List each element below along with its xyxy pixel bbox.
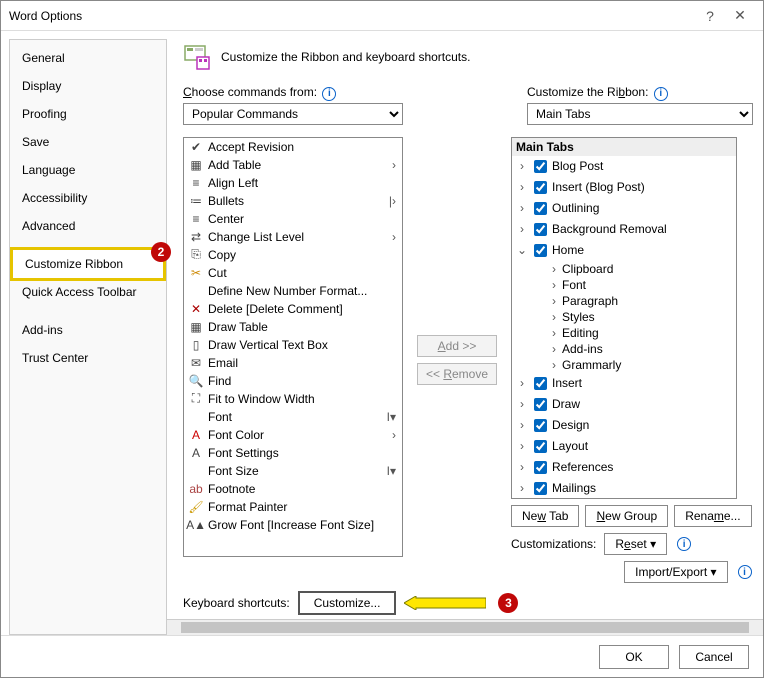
tree-header: Main Tabs [512,138,736,156]
list-item: abFootnote [184,480,402,498]
category-sidebar: General Display Proofing Save Language A… [9,39,167,635]
commands-listbox[interactable]: ✔Accept Revision ▦Add Table› ≡Align Left… [183,137,403,557]
list-item: ▯Draw Vertical Text Box [184,336,402,354]
ok-button[interactable]: OK [599,645,669,669]
info-icon[interactable]: i [654,87,668,101]
tree-node: ›Editing [512,325,736,341]
close-button[interactable]: ✕ [725,7,755,24]
list-item: ≡Align Left [184,174,402,192]
choose-commands-combo[interactable]: Popular Commands [183,103,403,125]
list-item: ⇄Change List Level› [184,228,402,246]
list-item: ✕Delete [Delete Comment] [184,300,402,318]
list-item: Font SizeI▾ [184,462,402,480]
tree-node: ›Grammarly [512,357,736,373]
tree-node-home: ⌄Home [512,240,736,261]
page-heading: Customize the Ribbon and keyboard shortc… [221,50,470,64]
list-item: ⛶Fit to Window Width [184,390,402,408]
list-item: FontI▾ [184,408,402,426]
horizontal-scrollbar[interactable] [167,619,763,635]
info-icon[interactable]: i [677,537,691,551]
list-item: ✉Email [184,354,402,372]
list-item: ⎘Copy [184,246,402,264]
customize-ribbon-icon [183,43,211,71]
dialog-title: Word Options [9,9,82,23]
import-export-button[interactable]: Import/Export ▾ [624,561,727,583]
titlebar: Word Options ? ✕ [1,1,763,31]
list-item: ≔Bullets|› [184,192,402,210]
reset-button[interactable]: Reset ▾ [604,533,667,555]
sidebar-item-general[interactable]: General [10,44,166,72]
keyboard-shortcuts-label: Keyboard shortcuts: [183,596,290,610]
rename-button[interactable]: Rename... [674,505,751,527]
tree-node: ›Mailings [512,478,736,499]
tree-node: ›References [512,457,736,478]
list-item: 🖌Format Painter [184,498,402,516]
word-options-dialog: Word Options ? ✕ General Display Proofin… [0,0,764,678]
add-button: Add >> [417,335,497,357]
sidebar-item-trust-center[interactable]: Trust Center [10,344,166,372]
sidebar-item-save[interactable]: Save [10,128,166,156]
info-icon[interactable]: i [322,87,336,101]
dialog-footer: OK Cancel [1,635,763,677]
sidebar-item-display[interactable]: Display [10,72,166,100]
annotation-arrow [404,596,486,610]
list-item: ▦Add Table› [184,156,402,174]
ribbon-tree[interactable]: Main Tabs ›Blog Post ›Insert (Blog Post)… [511,137,737,500]
sidebar-item-language[interactable]: Language [10,156,166,184]
list-item: ▦Draw Table [184,318,402,336]
list-item: A▲Grow Font [Increase Font Size] [184,516,402,534]
sidebar-item-add-ins[interactable]: Add-ins [10,316,166,344]
list-item: AFont Color› [184,426,402,444]
customize-ribbon-label: Customize the Ribbon: i [527,85,753,101]
tree-node: ›Blog Post [512,156,736,177]
tree-node: ›Insert [512,373,736,394]
tree-node: ›Add-ins [512,341,736,357]
new-tab-button[interactable]: New Tab [511,505,579,527]
tree-node: ›Insert (Blog Post) [512,177,736,198]
list-item: ≡Center [184,210,402,228]
new-group-button[interactable]: New Group [585,505,668,527]
sidebar-item-proofing[interactable]: Proofing [10,100,166,128]
annotation-badge-3: 3 [498,593,518,613]
help-button[interactable]: ? [695,8,725,24]
list-item: Define New Number Format... [184,282,402,300]
customize-keyboard-button[interactable]: Customize... [298,591,397,615]
tree-node: ›Design [512,415,736,436]
customizations-label: Customizations: [511,537,596,551]
customize-ribbon-combo[interactable]: Main Tabs [527,103,753,125]
tree-node: ›Clipboard [512,261,736,277]
tree-node: ›Draw [512,394,736,415]
list-item: ✂Cut [184,264,402,282]
tree-node: ›Layout [512,436,736,457]
tree-node: ›Background Removal [512,219,736,240]
tree-node: ›Font [512,277,736,293]
list-item: ✔Accept Revision [184,138,402,156]
sidebar-item-advanced[interactable]: Advanced [10,212,166,240]
sidebar-item-customize-ribbon[interactable]: Customize Ribbon 2 [10,247,166,281]
list-item: AFont Settings [184,444,402,462]
choose-commands-label: Choose commands from: i [183,85,403,101]
tree-node: ›Styles [512,309,736,325]
info-icon[interactable]: i [738,565,752,579]
sidebar-item-accessibility[interactable]: Accessibility [10,184,166,212]
remove-button: << Remove [417,363,497,385]
tree-node: ›Outlining [512,198,736,219]
list-item: 🔍Find [184,372,402,390]
tree-node: ›Paragraph [512,293,736,309]
sidebar-item-quick-access-toolbar[interactable]: Quick Access Toolbar [10,278,166,306]
cancel-button[interactable]: Cancel [679,645,749,669]
main-panel: Customize the Ribbon and keyboard shortc… [167,39,763,635]
